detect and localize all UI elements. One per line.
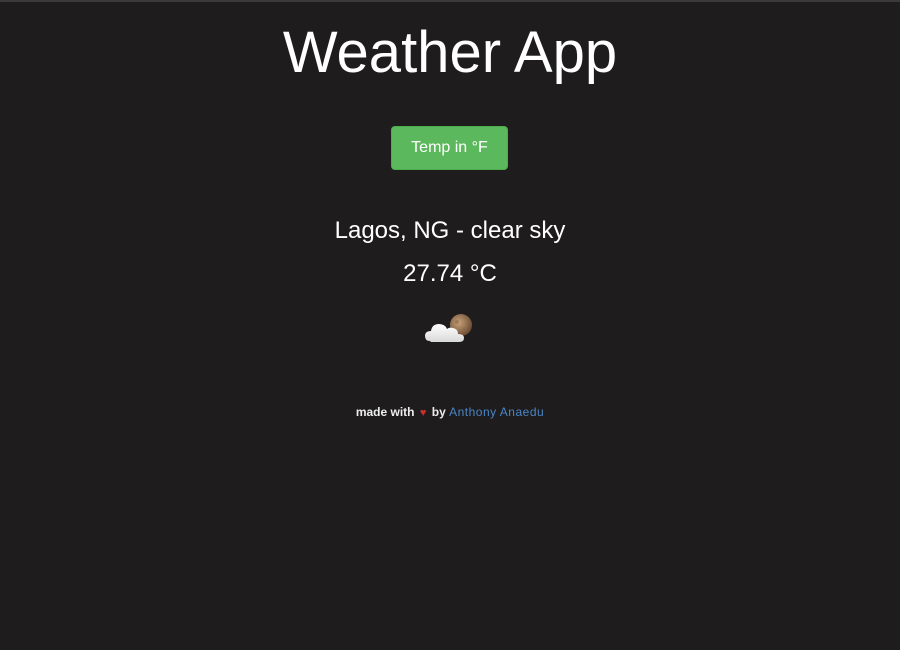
cloud-moon-icon: [424, 310, 476, 346]
footer-by: by: [431, 405, 446, 419]
footer-made-with: made with: [355, 405, 415, 419]
temperature-value: 27.74 °C: [403, 260, 497, 287]
location-description: Lagos, NG - clear sky: [334, 217, 566, 244]
footer-credit: made with ♥ by Anthony Anaedu: [0, 404, 900, 421]
top-border: [0, 0, 900, 2]
weather-app: Weather App Temp in °F Lagos, NG - clear…: [0, 0, 900, 650]
author-link[interactable]: Anthony Anaedu: [449, 405, 544, 419]
heart-icon: ♥: [419, 407, 427, 419]
temp-unit-toggle-button[interactable]: Temp in °F: [391, 126, 508, 170]
page-title: Weather App: [282, 20, 618, 85]
